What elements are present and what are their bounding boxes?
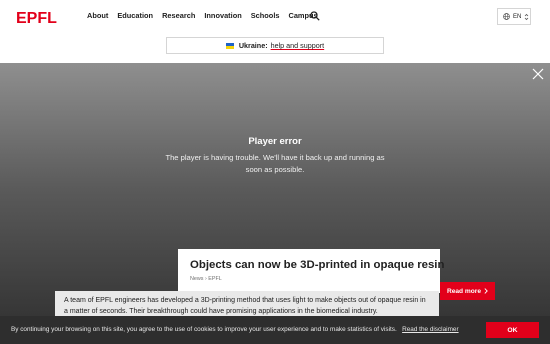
help-and-support-link[interactable]: help and support [271,41,325,50]
read-more-button[interactable]: Read more [440,282,495,300]
cookie-ok-button[interactable]: OK [486,322,539,338]
breadcrumb-item-news[interactable]: News [190,276,203,282]
main-nav: About Education Research Innovation Scho… [87,11,318,20]
breadcrumb: News › EPFL [190,276,222,282]
language-label: EN [513,13,522,20]
news-card: Objects can now be 3D-printed in opaque … [178,249,444,293]
cookie-banner: By continuing your browsing on this site… [0,316,550,344]
article-title[interactable]: Objects can now be 3D-printed in opaque … [190,259,444,271]
read-more-label: Read more [446,287,482,295]
chevron-updown-icon [525,13,529,20]
player-error-message: The player is having trouble. We'll have… [165,153,385,174]
notice-label: Ukraine: [238,41,268,50]
player-error-title: Player error [248,136,302,147]
ukraine-flag-icon [225,42,234,49]
breadcrumb-item-epfl[interactable]: EPFL [208,276,221,282]
cookie-message: By continuing your browsing on this site… [11,326,397,333]
nav-item-education[interactable]: Education [117,11,153,20]
ukraine-notice: Ukraine: help and support [166,37,384,54]
language-switcher[interactable]: EN [497,8,531,25]
close-icon[interactable] [531,67,545,81]
site-header: EPFL About Education Research Innovation… [0,0,550,34]
nav-item-innovation[interactable]: Innovation [204,11,241,20]
chevron-right-icon [484,288,488,294]
read-disclaimer-link[interactable]: Read the disclaimer [402,326,458,333]
nav-item-schools[interactable]: Schools [251,11,280,20]
svg-text:EPFL: EPFL [16,10,57,25]
epfl-logo[interactable]: EPFL [16,9,62,25]
nav-item-research[interactable]: Research [162,11,195,20]
search-icon[interactable] [310,11,320,21]
cookie-text: By continuing your browsing on this site… [11,326,459,333]
nav-item-about[interactable]: About [87,11,108,20]
globe-icon [503,13,510,20]
